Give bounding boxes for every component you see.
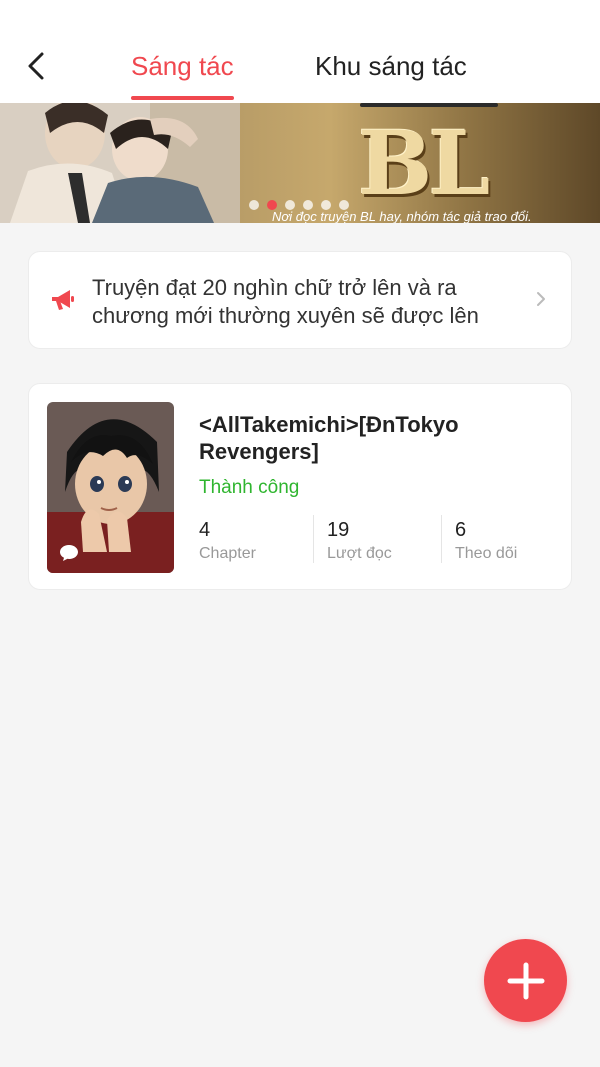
tab-khu-sang-tac[interactable]: Khu sáng tác <box>315 50 467 82</box>
story-card[interactable]: <AllTakemichi>[ĐnTokyo Revengers] Thành … <box>28 383 572 590</box>
stat-reads: 19 Lượt đọc <box>327 517 392 567</box>
chevron-right-icon <box>537 292 545 306</box>
stat-value: 4 <box>199 519 211 541</box>
notice-text: Truyện đạt 20 nghìn chữ trở lên và ra ch… <box>92 275 479 328</box>
story-cover[interactable] <box>47 402 174 573</box>
banner-bl-logo: BL <box>358 111 490 215</box>
stat-label: Chapter <box>199 545 256 562</box>
add-story-button[interactable] <box>484 939 567 1022</box>
stat-value: 6 <box>455 519 467 541</box>
banner-caption: Nơi đọc truyện BL hay, nhóm tác giả trao… <box>272 209 532 223</box>
megaphone-icon <box>52 290 74 310</box>
plus-icon <box>507 962 544 999</box>
stat-chapters: 4 Chapter <box>199 517 256 567</box>
tab-sang-tac[interactable]: Sáng tác <box>131 50 234 82</box>
stat-value: 19 <box>327 519 350 541</box>
notice-card[interactable]: Truyện đạt 20 nghìn chữ trở lên và ra ch… <box>28 251 572 349</box>
banner-dot[interactable] <box>249 200 259 210</box>
chevron-left-icon <box>28 52 44 80</box>
story-title[interactable]: <AllTakemichi>[ĐnTokyo Revengers] <box>199 411 539 465</box>
chat-bubble-icon <box>60 545 78 561</box>
story-status: Thành công <box>199 477 300 498</box>
tab-active-indicator <box>131 96 234 100</box>
stat-label: Lượt đọc <box>327 545 392 562</box>
promo-banner[interactable]: BL Nơi đọc truyện BL hay, nhóm tác giả t… <box>0 103 600 223</box>
top-bar: Sáng tác Khu sáng tác <box>0 0 600 103</box>
stat-divider <box>441 515 442 563</box>
stat-label: Theo dõi <box>455 545 518 562</box>
stat-followers: 6 Theo dõi <box>455 517 517 567</box>
stat-divider <box>313 515 314 563</box>
back-button[interactable] <box>18 44 54 88</box>
